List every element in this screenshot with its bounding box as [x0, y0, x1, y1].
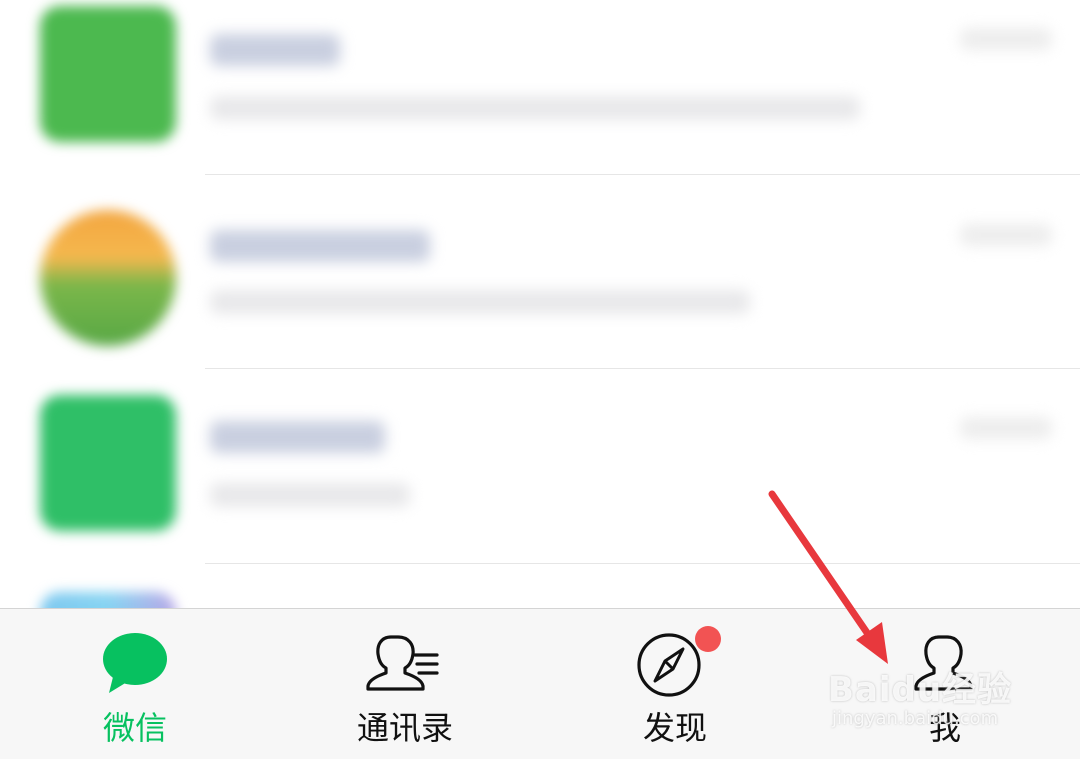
watermark-sub-text: jingyan.baidu.com	[832, 708, 999, 729]
divider	[205, 174, 1080, 175]
chat-preview-blurred	[210, 483, 410, 507]
avatar	[40, 210, 176, 346]
chat-title-blurred	[210, 230, 430, 262]
contacts-icon	[366, 635, 439, 691]
chat-preview-blurred	[210, 290, 750, 314]
tab-label-contacts: 通讯录	[356, 709, 453, 747]
avatar	[40, 592, 176, 608]
tab-label-discover: 发现	[642, 709, 707, 747]
tab-discover[interactable]: 发现	[540, 609, 810, 759]
divider	[205, 563, 1080, 564]
chat-row[interactable]	[0, 375, 1080, 555]
avatar	[40, 6, 176, 142]
chat-time-blurred	[960, 224, 1052, 246]
watermark-main-text: Baidu经验	[828, 670, 1013, 710]
divider	[205, 368, 1080, 369]
tab-chats[interactable]: 微信	[0, 609, 270, 759]
discover-notification-dot	[695, 626, 721, 652]
chat-preview-blurred	[210, 96, 860, 120]
chat-list	[0, 0, 1080, 608]
chat-time-blurred	[960, 417, 1052, 439]
baidu-watermark: Baidu经验 jingyan.baidu.com	[828, 662, 1028, 742]
chat-bubble-icon	[103, 633, 167, 693]
chat-title-blurred	[210, 34, 340, 66]
tab-contacts[interactable]: 通讯录	[270, 609, 540, 759]
avatar	[40, 395, 176, 531]
chat-row[interactable]	[0, 180, 1080, 360]
chat-row[interactable]	[0, 570, 1080, 608]
chat-time-blurred	[960, 28, 1052, 50]
chat-row[interactable]	[0, 0, 1080, 180]
tab-label-chats: 微信	[102, 709, 167, 747]
chat-title-blurred	[210, 421, 385, 453]
